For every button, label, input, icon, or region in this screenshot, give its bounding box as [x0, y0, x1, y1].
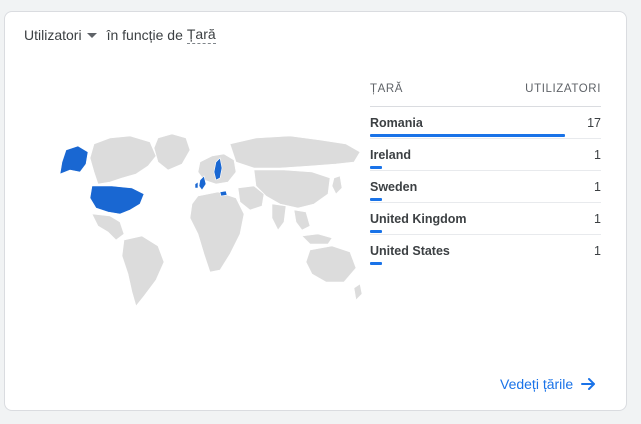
map-greenland — [153, 133, 191, 171]
arrow-right-icon — [581, 378, 596, 390]
world-map — [59, 133, 363, 307]
country-table: ȚARĂ UTILIZATORI Romania 17 Ireland 1 Sweden… — [370, 72, 601, 266]
table-row[interactable]: Ireland 1 — [370, 139, 601, 171]
map-asia — [253, 169, 331, 209]
metric-select[interactable]: Utilizatori — [24, 27, 107, 43]
table-row[interactable]: Sweden 1 — [370, 171, 601, 203]
view-countries-link[interactable]: Vedeți țările — [500, 376, 597, 392]
map-new-zealand — [353, 283, 363, 301]
map-canada — [89, 135, 157, 185]
table-row[interactable]: United Kingdom 1 — [370, 203, 601, 235]
map-united-states — [89, 185, 145, 215]
header-connector: în funcție de — [106, 27, 183, 43]
caret-down-icon — [86, 33, 97, 38]
view-countries-label: Vedeți țările — [500, 376, 574, 392]
metric-label: Utilizatori — [24, 27, 82, 43]
country-name: Sweden — [370, 179, 418, 194]
table-row[interactable]: Romania 17 — [370, 107, 601, 139]
column-header-country[interactable]: ȚARĂ — [370, 83, 403, 95]
map-alaska — [59, 145, 89, 175]
share-bar — [370, 166, 382, 169]
country-name: Ireland — [370, 147, 411, 162]
map-indonesia — [301, 233, 333, 245]
card-header: Utilizatori în funcție de Țară — [24, 26, 216, 44]
share-bar — [370, 134, 565, 137]
country-name: United Kingdom — [370, 211, 467, 226]
map-africa — [189, 191, 245, 273]
user-count: 17 — [587, 115, 601, 130]
map-japan — [331, 175, 343, 195]
map-romania — [219, 190, 228, 197]
share-bar — [370, 198, 382, 201]
share-bar — [370, 262, 382, 265]
map-australia — [305, 245, 357, 283]
user-count: 1 — [594, 147, 601, 162]
map-south-america — [121, 235, 165, 307]
map-india — [271, 203, 287, 231]
user-count: 1 — [594, 243, 601, 258]
dimension-select[interactable]: Țară — [186, 26, 216, 44]
table-row[interactable]: United States 1 — [370, 235, 601, 266]
user-count: 1 — [594, 211, 601, 226]
map-ireland — [194, 181, 199, 189]
share-bar — [370, 230, 382, 233]
table-header: ȚARĂ UTILIZATORI — [370, 72, 601, 107]
country-name: United States — [370, 243, 450, 258]
column-header-users[interactable]: UTILIZATORI — [525, 83, 601, 95]
map-russia — [229, 135, 361, 169]
country-name: Romania — [370, 115, 423, 130]
user-count: 1 — [594, 179, 601, 194]
map-mexico — [91, 213, 125, 241]
map-se-asia — [293, 209, 311, 231]
